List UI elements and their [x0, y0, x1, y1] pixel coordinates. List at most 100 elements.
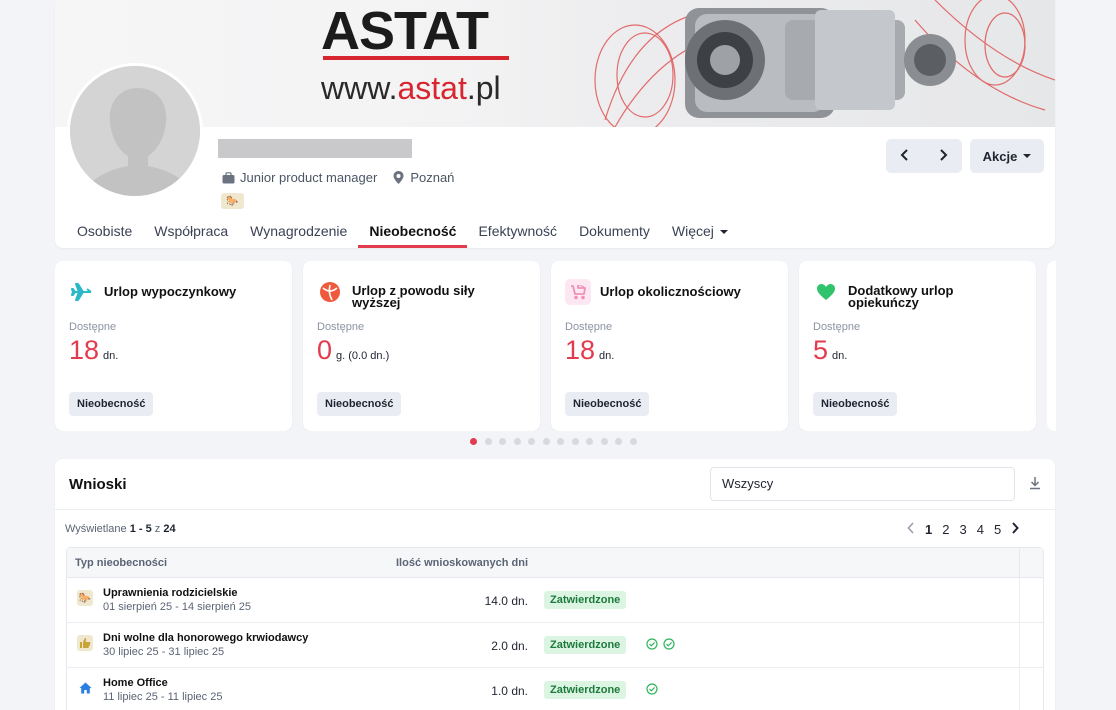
- available-value: 18 dn.: [565, 335, 615, 365]
- encoder-illustration: [594, 0, 1055, 127]
- carousel-dot[interactable]: [571, 438, 579, 445]
- column-header[interactable]: Typ nieobecności: [75, 557, 167, 569]
- download-icon[interactable]: [1027, 475, 1043, 491]
- carousel-dot[interactable]: [484, 438, 492, 445]
- tab-efektywnosc[interactable]: Efektywność: [467, 214, 568, 248]
- check-circle-icon: [646, 683, 658, 695]
- absence-dates: 11 lipiec 25 - 11 lipiec 25: [103, 691, 223, 703]
- absence-dates: 01 sierpień 25 - 14 sierpień 25: [103, 601, 251, 613]
- table-row[interactable]: Home Office 11 lipiec 25 - 11 lipiec 25 …: [67, 668, 1043, 710]
- absence-type: Dni wolne dla honorowego krwiodawcy: [103, 632, 309, 644]
- available-label: Dostępne: [69, 321, 117, 333]
- requests-panel: Wnioski Wszyscy Wyświetlane 1 - 5 z 24 1…: [55, 459, 1055, 710]
- status-badge: Zatwierdzone: [544, 681, 627, 699]
- profile-nav-buttons: [886, 139, 962, 173]
- absence-tag[interactable]: Nieobecność: [813, 392, 898, 416]
- table-row[interactable]: 🐎 Uprawnienia rodzicielskie 01 sierpień …: [67, 578, 1043, 623]
- page-link[interactable]: 3: [959, 522, 966, 537]
- approval-checks: [646, 638, 675, 650]
- profile-meta: Junior product manager Poznań: [221, 170, 454, 185]
- briefcase-icon: [221, 171, 235, 185]
- absence-card[interactable]: Urlop okolicznościowy Dostępne 18 dn. Nie…: [551, 261, 788, 431]
- avatar[interactable]: [67, 63, 203, 199]
- chevron-right-icon[interactable]: [938, 148, 948, 164]
- requested-days: 1.0 dn.: [491, 684, 528, 698]
- absence-type: Home Office: [103, 677, 168, 689]
- absence-card-title: Dodatkowy urlop opiekuńczy: [848, 283, 954, 310]
- tab-dokumenty[interactable]: Dokumenty: [568, 214, 661, 248]
- location-pin-icon: [391, 171, 405, 185]
- check-circle-icon: [663, 638, 675, 650]
- available-value: 5 dn.: [813, 335, 848, 365]
- job-title: Junior product manager: [240, 170, 378, 185]
- pagination: 1 2 3 4 5: [907, 521, 1020, 537]
- absence-card-partial[interactable]: [1047, 261, 1056, 431]
- profile-card: ASTAT www.astat.pl Junior product manage…: [55, 0, 1055, 248]
- page-link[interactable]: 4: [977, 522, 984, 537]
- table-row[interactable]: Dni wolne dla honorowego krwiodawcy 30 l…: [67, 623, 1043, 668]
- profile-tabs: Osobiste Współpraca Wynagrodzenie Nieobe…: [66, 214, 739, 248]
- chevron-left-icon[interactable]: [900, 148, 910, 164]
- page-link[interactable]: 1: [925, 522, 932, 537]
- page-link[interactable]: 5: [994, 522, 1001, 537]
- location: Poznań: [410, 170, 455, 185]
- ball-icon: [317, 279, 343, 305]
- chevron-left-icon[interactable]: [907, 521, 915, 537]
- status-badge: Zatwierdzone: [544, 636, 627, 654]
- carousel-dot[interactable]: [586, 438, 593, 445]
- available-value: 0 g. (0.0 dn.): [317, 335, 390, 365]
- banner-logo-underline: [323, 56, 509, 60]
- carousel-dot[interactable]: [513, 438, 521, 445]
- carousel-dot[interactable]: [629, 438, 637, 445]
- stroller-badge-icon: 🐎: [221, 193, 244, 209]
- chevron-right-icon[interactable]: [1011, 521, 1020, 537]
- absence-card-title: Urlop wypoczynkowy: [104, 284, 237, 299]
- banner-url: www.astat.pl: [321, 70, 501, 106]
- thumbs-up-icon: [77, 635, 93, 651]
- available-label: Dostępne: [565, 321, 613, 333]
- carousel-dot[interactable]: [542, 438, 550, 445]
- banner-logo: ASTAT: [321, 1, 489, 61]
- carousel-dot[interactable]: [470, 438, 477, 445]
- requested-days: 2.0 dn.: [491, 639, 528, 653]
- tab-wiecej[interactable]: Więcej: [661, 214, 739, 248]
- carousel-pagination: [470, 438, 637, 445]
- approval-checks: [646, 683, 658, 695]
- carousel-dot[interactable]: [615, 438, 622, 445]
- carousel-dot[interactable]: [528, 438, 535, 445]
- actions-button[interactable]: Akcje: [970, 139, 1044, 173]
- carousel-dot[interactable]: [557, 438, 564, 445]
- absence-tag[interactable]: Nieobecność: [565, 392, 650, 416]
- column-header[interactable]: Ilość wnioskowanych dni: [396, 557, 528, 569]
- available-label: Dostępne: [813, 321, 861, 333]
- stroller-icon: [565, 279, 591, 305]
- tab-wynagrodzenie[interactable]: Wynagrodzenie: [239, 214, 358, 248]
- absence-dates: 30 lipiec 25 - 31 lipiec 25: [103, 646, 225, 658]
- page-link[interactable]: 2: [942, 522, 949, 537]
- stroller-icon: 🐎: [77, 590, 93, 606]
- plane-icon: [69, 279, 95, 305]
- check-circle-icon: [646, 638, 658, 650]
- tab-nieobecnosc[interactable]: Nieobecność: [358, 214, 468, 248]
- requests-title: Wnioski: [69, 476, 127, 493]
- heart-icon: [813, 279, 839, 305]
- tab-wspolpraca[interactable]: Współpraca: [143, 214, 239, 248]
- available-label: Dostępne: [317, 321, 365, 333]
- tab-osobiste[interactable]: Osobiste: [66, 214, 143, 248]
- divider: [55, 509, 1055, 510]
- carousel-dot[interactable]: [499, 438, 506, 445]
- employee-filter-select[interactable]: Wszyscy: [710, 467, 1015, 501]
- absence-tag[interactable]: Nieobecność: [69, 392, 154, 416]
- profile-actions: Akcje: [886, 139, 1044, 173]
- employee-name-redacted: [218, 139, 412, 158]
- absence-type: Uprawnienia rodzicielskie: [103, 587, 238, 599]
- absence-card[interactable]: Urlop z powodu siły wyższej Dostępne 0 g.…: [303, 261, 540, 431]
- absence-card[interactable]: Urlop wypoczynkowy Dostępne 18 dn. Nieobe…: [55, 261, 292, 431]
- table-header: Typ nieobecności Ilość wnioskowanych dni: [67, 548, 1043, 578]
- absence-card[interactable]: Dodatkowy urlop opiekuńczy Dostępne 5 dn.…: [799, 261, 1036, 431]
- absence-card-title: Urlop z powodu siły wyższej: [352, 283, 475, 310]
- caret-down-icon: [1023, 154, 1032, 158]
- absence-tag[interactable]: Nieobecność: [317, 392, 402, 416]
- carousel-dot[interactable]: [600, 438, 608, 445]
- absence-cards-carousel: Urlop wypoczynkowy Dostępne 18 dn. Nieobe…: [55, 261, 1056, 431]
